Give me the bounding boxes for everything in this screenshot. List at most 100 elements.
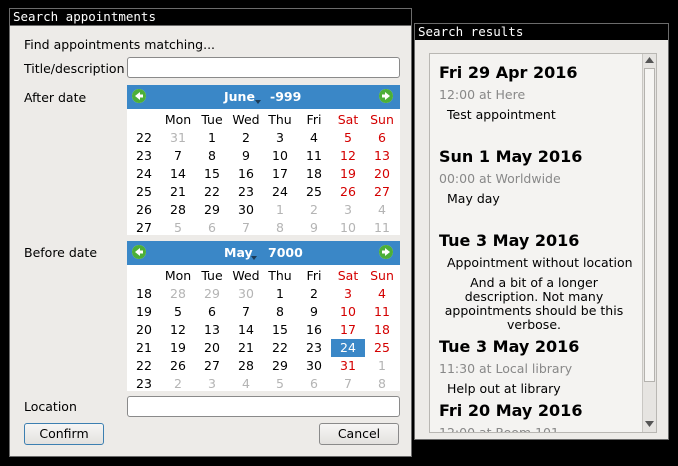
day-cell[interactable]: 5 (161, 219, 195, 237)
after-date-calendar[interactable]: June -999 Mon Tue Wed Thu Fri Sat Sun 22 31 1 2 3 4 5 6 2… (127, 85, 400, 235)
next-month-icon[interactable] (379, 245, 393, 259)
day-cell[interactable]: 30 (229, 201, 263, 219)
day-cell[interactable]: 15 (263, 321, 297, 339)
day-cell[interactable]: 5 (331, 129, 365, 147)
day-cell[interactable]: 23 (229, 183, 263, 201)
day-cell[interactable]: 28 (229, 357, 263, 375)
day-cell[interactable]: 3 (331, 285, 365, 303)
day-cell[interactable]: 21 (161, 183, 195, 201)
year-selector[interactable]: -999 (270, 89, 301, 104)
day-cell[interactable]: 29 (195, 285, 229, 303)
day-cell[interactable]: 1 (263, 201, 297, 219)
month-selector[interactable]: June (224, 89, 255, 104)
day-cell[interactable]: 19 (161, 339, 195, 357)
day-cell[interactable]: 29 (195, 201, 229, 219)
day-cell[interactable]: 3 (195, 375, 229, 393)
day-cell[interactable]: 1 (365, 357, 399, 375)
day-cell[interactable]: 23 (297, 339, 331, 357)
day-cell[interactable]: 12 (331, 147, 365, 165)
day-cell[interactable]: 16 (229, 165, 263, 183)
day-cell[interactable]: 2 (297, 201, 331, 219)
day-cell[interactable]: 18 (365, 321, 399, 339)
day-cell[interactable]: 13 (195, 321, 229, 339)
day-cell[interactable]: 9 (297, 219, 331, 237)
day-cell[interactable]: 4 (365, 201, 399, 219)
day-cell[interactable]: 9 (229, 147, 263, 165)
day-cell[interactable]: 28 (161, 285, 195, 303)
scrollbar-thumb[interactable] (644, 68, 655, 382)
year-selector[interactable]: 7000 (268, 245, 303, 260)
before-date-calendar[interactable]: May 7000 Mon Tue Wed Thu Fri Sat Sun 18 28 29 30 1 2 3 4… (127, 241, 400, 391)
day-cell[interactable]: 6 (365, 129, 399, 147)
selected-day-cell[interactable]: 24 (331, 339, 365, 357)
day-cell[interactable]: 11 (365, 303, 399, 321)
day-cell[interactable]: 3 (263, 129, 297, 147)
next-month-icon[interactable] (379, 89, 393, 103)
day-cell[interactable]: 26 (161, 357, 195, 375)
day-cell[interactable]: 7 (229, 303, 263, 321)
day-cell[interactable]: 14 (229, 321, 263, 339)
day-cell[interactable]: 10 (331, 303, 365, 321)
cancel-button[interactable]: Cancel (319, 423, 399, 445)
day-cell[interactable]: 4 (365, 285, 399, 303)
scroll-up-icon[interactable] (645, 57, 654, 63)
day-cell[interactable]: 5 (263, 375, 297, 393)
location-input[interactable] (127, 396, 400, 417)
day-cell[interactable]: 9 (297, 303, 331, 321)
day-cell[interactable]: 11 (365, 219, 399, 237)
day-cell[interactable]: 13 (365, 147, 399, 165)
day-cell[interactable]: 30 (297, 357, 331, 375)
day-cell[interactable]: 4 (297, 129, 331, 147)
day-cell[interactable]: 3 (331, 201, 365, 219)
results-list[interactable]: Fri 29 Apr 2016 12:00 at Here Test appoi… (429, 53, 657, 433)
day-cell[interactable]: 22 (263, 339, 297, 357)
day-cell[interactable]: 29 (263, 357, 297, 375)
day-cell[interactable]: 25 (297, 183, 331, 201)
day-cell[interactable]: 8 (263, 303, 297, 321)
day-cell[interactable]: 24 (263, 183, 297, 201)
results-scrollbar[interactable] (642, 54, 656, 432)
day-cell[interactable]: 20 (195, 339, 229, 357)
month-dropdown-icon[interactable] (251, 256, 257, 260)
day-cell[interactable]: 8 (263, 219, 297, 237)
day-cell[interactable]: 17 (331, 321, 365, 339)
day-cell[interactable]: 27 (365, 183, 399, 201)
day-cell[interactable]: 8 (195, 147, 229, 165)
day-cell[interactable]: 17 (263, 165, 297, 183)
day-cell[interactable]: 6 (297, 375, 331, 393)
prev-month-icon[interactable] (132, 245, 146, 259)
day-cell[interactable]: 20 (365, 165, 399, 183)
day-cell[interactable]: 31 (161, 129, 195, 147)
day-cell[interactable]: 25 (365, 339, 399, 357)
month-selector[interactable]: May (224, 245, 253, 260)
day-cell[interactable]: 8 (365, 375, 399, 393)
day-cell[interactable]: 26 (331, 183, 365, 201)
day-cell[interactable]: 30 (229, 285, 263, 303)
scroll-down-icon[interactable] (645, 421, 654, 427)
day-cell[interactable]: 2 (229, 129, 263, 147)
day-cell[interactable]: 10 (331, 219, 365, 237)
day-cell[interactable]: 12 (161, 321, 195, 339)
prev-month-icon[interactable] (132, 89, 146, 103)
day-cell[interactable]: 7 (331, 375, 365, 393)
day-cell[interactable]: 15 (195, 165, 229, 183)
day-cell[interactable]: 2 (161, 375, 195, 393)
month-dropdown-icon[interactable] (255, 100, 261, 104)
day-cell[interactable]: 5 (161, 303, 195, 321)
day-cell[interactable]: 11 (297, 147, 331, 165)
title-input[interactable] (127, 57, 400, 78)
day-cell[interactable]: 31 (331, 357, 365, 375)
day-cell[interactable]: 2 (297, 285, 331, 303)
day-cell[interactable]: 7 (161, 147, 195, 165)
day-cell[interactable]: 6 (195, 219, 229, 237)
day-cell[interactable]: 16 (297, 321, 331, 339)
confirm-button[interactable]: Confirm (24, 423, 104, 445)
day-cell[interactable]: 18 (297, 165, 331, 183)
day-cell[interactable]: 1 (263, 285, 297, 303)
day-cell[interactable]: 4 (229, 375, 263, 393)
day-cell[interactable]: 27 (195, 357, 229, 375)
day-cell[interactable]: 6 (195, 303, 229, 321)
day-cell[interactable]: 22 (195, 183, 229, 201)
day-cell[interactable]: 10 (263, 147, 297, 165)
day-cell[interactable]: 21 (229, 339, 263, 357)
